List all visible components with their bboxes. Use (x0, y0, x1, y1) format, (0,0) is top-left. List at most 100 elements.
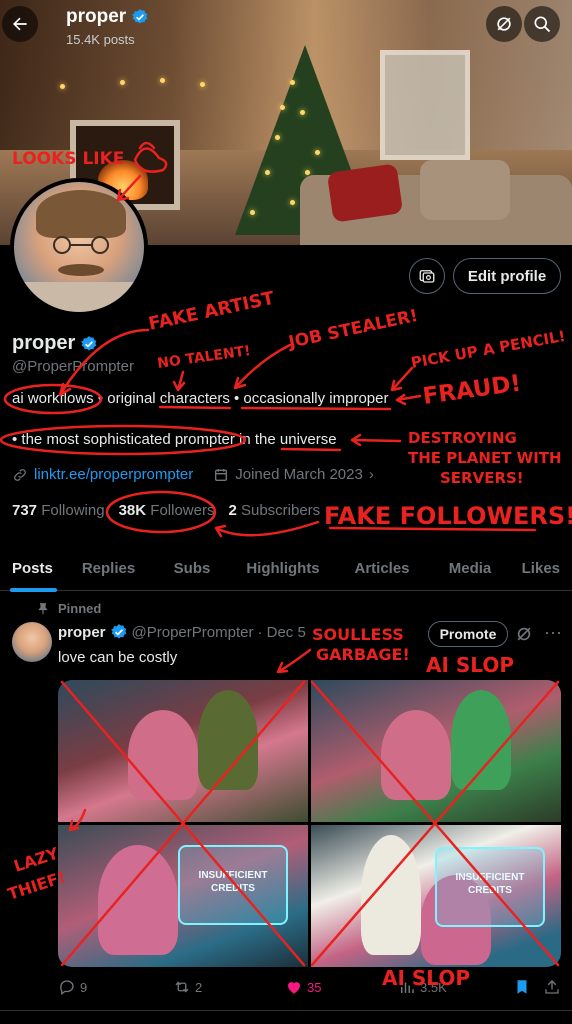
media-panel-3[interactable]: INSUFFICIENT CREDITS (58, 825, 308, 967)
views-icon (401, 982, 414, 993)
post-date[interactable]: · Dec 5 (257, 624, 305, 641)
annotation-fraud: FRAUD! (421, 370, 522, 409)
arrow-no-talent (172, 370, 186, 392)
subscribers-count: 2 (228, 502, 237, 519)
header-post-count: 15.4K posts (66, 32, 135, 47)
underline-characters (158, 405, 232, 410)
reply-button[interactable]: 9 (58, 978, 87, 996)
verified-badge-icon (132, 9, 148, 24)
repost-button[interactable]: 2 (173, 978, 202, 996)
followers-count: 38K (118, 502, 147, 519)
chevron-right-icon[interactable]: › (369, 466, 374, 483)
tab-likes[interactable]: Likes (508, 545, 572, 591)
heart-icon (288, 982, 300, 994)
header-title-text: proper (66, 6, 127, 27)
banner-window (380, 50, 470, 160)
promote-button[interactable]: Promote (428, 621, 508, 647)
grok-post-button[interactable] (514, 624, 534, 649)
profile-bio-line-2: • the most sophisticated prompter in the… (12, 431, 337, 448)
pin-icon (38, 602, 48, 614)
panel-2-woman (381, 710, 451, 800)
tab-subs[interactable]: Subs (150, 545, 234, 591)
avatar-mustache (58, 264, 104, 276)
bookmark-button[interactable] (513, 978, 531, 996)
post-header: proper @ProperPrompter · Dec 5 (58, 623, 306, 641)
media-panel-4[interactable]: INSUFFICIENT CREDITS (311, 825, 561, 967)
pinned-label: Pinned (36, 601, 101, 616)
like-button[interactable]: 35 (285, 978, 321, 996)
annotation-destroying-1: DESTROYING (408, 429, 517, 447)
search-button[interactable] (524, 6, 560, 42)
verified-badge-icon (110, 624, 126, 639)
arrow-destroying (350, 433, 402, 447)
media-panel-2[interactable] (311, 680, 561, 822)
grok-button[interactable] (486, 6, 522, 42)
like-count: 35 (307, 979, 322, 995)
post-media-grid[interactable]: INSUFFICIENT CREDITS INSUFFICIENT CREDIT… (58, 680, 561, 967)
annotation-no-talent: NO TALENT! (156, 343, 251, 372)
profile-follow-stats: 737 Following 38K Followers 2 Subscriber… (12, 502, 320, 519)
banner-red-pillow (326, 163, 404, 223)
media-panel-1[interactable] (58, 680, 308, 822)
subscribers-label: Subscribers (240, 502, 321, 519)
tab-highlights[interactable]: Highlights (234, 545, 332, 591)
annotation-fake-followers: FAKE FOLLOWERS! (324, 502, 572, 530)
post-author-name[interactable]: proper (58, 624, 106, 641)
tab-replies[interactable]: Replies (67, 545, 150, 591)
bookmark-icon (517, 980, 527, 994)
profile-handle: @ProperPrompter (12, 358, 134, 375)
link-icon (14, 468, 26, 481)
profile-meta: linktr.ee/properprompter Joined March 20… (12, 466, 374, 483)
annotation-job-stealer: JOB STEALER! (286, 306, 420, 353)
avatar-hair (36, 190, 126, 238)
underline-improper (240, 406, 392, 411)
annotation-destroying-3: SERVERS! (440, 469, 524, 487)
repost-count: 2 (195, 979, 203, 995)
post-actions: 9 2 35 3.5K (58, 978, 561, 1002)
repost-icon (175, 981, 189, 993)
banner-knit-pillow (420, 160, 510, 220)
reply-count: 9 (80, 979, 88, 995)
profile-name: proper (12, 332, 98, 355)
panel-3-woman (98, 845, 178, 955)
header-title: proper (66, 6, 149, 28)
tab-posts[interactable]: Posts (0, 545, 67, 592)
annotation-lazy: LAZY (11, 843, 61, 875)
bottom-divider (0, 1010, 572, 1024)
profile-link[interactable]: linktr.ee/properprompter (34, 466, 193, 483)
views-button[interactable]: 3.5K (398, 978, 447, 996)
panel-3-hologram: INSUFFICIENT CREDITS (178, 845, 288, 925)
annotation-ai-slop-top: AI SLOP (426, 653, 514, 677)
annotation-pick-up-pencil: PICK UP A PENCIL! (410, 327, 567, 372)
tab-media[interactable]: Media (432, 545, 508, 591)
more-options-icon[interactable]: ··· (544, 622, 562, 643)
calendar-icon (215, 468, 228, 481)
manage-media-button[interactable] (409, 258, 445, 294)
profile-avatar[interactable] (10, 178, 148, 316)
panel-1-woman (128, 710, 198, 800)
tab-articles[interactable]: Articles (332, 545, 432, 591)
profile-joined: Joined March 2023 (235, 466, 363, 483)
post-author-avatar[interactable] (12, 622, 52, 662)
arrow-job-stealer (233, 343, 292, 390)
arrow-fraud (395, 393, 422, 406)
subscribers-link[interactable]: 2 Subscribers (228, 502, 320, 519)
profile-name-text: proper (12, 332, 76, 354)
arrow-left-icon (13, 17, 27, 31)
profile-tabs: Posts Replies Subs Highlights Articles M… (0, 545, 572, 592)
edit-profile-button[interactable]: Edit profile (453, 258, 561, 294)
arrow-soulless (276, 648, 312, 674)
pinned-text: Pinned (58, 601, 102, 616)
search-icon (534, 16, 551, 33)
panel-2-man (451, 690, 511, 790)
grok-icon (517, 627, 531, 641)
share-icon (545, 980, 559, 994)
following-link[interactable]: 737 Following (12, 502, 105, 519)
back-button[interactable] (2, 6, 38, 42)
followers-link[interactable]: 38K Followers (119, 502, 215, 519)
arrow-pick-up-pencil (390, 366, 414, 392)
view-count: 3.5K (420, 979, 447, 995)
post-text: love can be costly (58, 649, 178, 666)
grok-icon (497, 17, 511, 31)
share-button[interactable] (543, 978, 561, 996)
